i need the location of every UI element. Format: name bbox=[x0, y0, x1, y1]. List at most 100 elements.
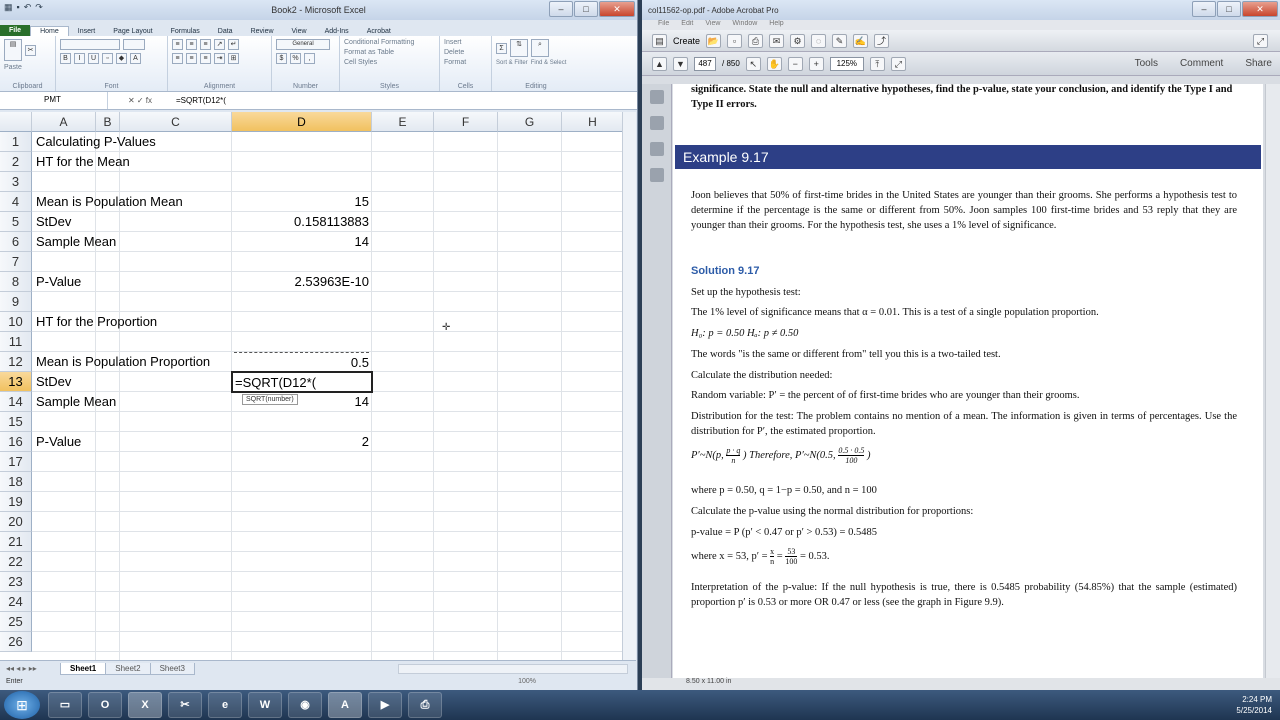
menu-window[interactable]: Window bbox=[732, 20, 757, 30]
cell-d4[interactable]: 15 bbox=[234, 192, 369, 212]
horizontal-scrollbar[interactable] bbox=[398, 663, 628, 674]
ie-taskbar-icon[interactable]: e bbox=[208, 692, 242, 718]
vertical-scrollbar[interactable] bbox=[622, 112, 636, 660]
bookmarks-icon[interactable] bbox=[650, 116, 664, 130]
cell-d5[interactable]: 0.158113883 bbox=[234, 212, 369, 232]
column-header-e[interactable]: E bbox=[372, 112, 434, 132]
explorer-taskbar-icon[interactable]: ▭ bbox=[48, 692, 82, 718]
fx-icon[interactable]: ✕ ✓ fx bbox=[108, 96, 172, 105]
tab-file[interactable]: File bbox=[0, 25, 31, 36]
number-format-dropdown[interactable]: General bbox=[276, 39, 330, 50]
name-box[interactable]: PMT bbox=[0, 92, 108, 109]
prev-page-icon[interactable]: ▲ bbox=[652, 56, 667, 71]
cell-d13-editor[interactable]: =SQRT(D12*( bbox=[235, 373, 316, 393]
printer-taskbar-icon[interactable]: ⎙ bbox=[408, 692, 442, 718]
create-icon[interactable]: ▤ bbox=[652, 33, 667, 48]
bold-icon[interactable]: B bbox=[60, 53, 71, 64]
column-header-h[interactable]: H bbox=[562, 112, 622, 132]
menu-edit[interactable]: Edit bbox=[681, 20, 693, 30]
format-cells-button[interactable]: Format bbox=[444, 59, 487, 66]
merge-icon[interactable]: ⊞ bbox=[228, 53, 239, 64]
clock-date[interactable]: 5/25/2014 bbox=[1236, 705, 1272, 716]
cell-a12[interactable]: Mean is Population Proportion bbox=[36, 352, 210, 372]
row-header-17[interactable]: 17 bbox=[0, 452, 32, 472]
tab-view[interactable]: View bbox=[283, 27, 316, 36]
menu-view[interactable]: View bbox=[705, 20, 720, 30]
column-header-a[interactable]: A bbox=[32, 112, 96, 132]
paste-icon[interactable]: ▤ bbox=[4, 39, 22, 61]
align-left-icon[interactable]: ≡ bbox=[172, 53, 183, 64]
page-thumbnails-icon[interactable] bbox=[650, 90, 664, 104]
cell-a13[interactable]: StDev bbox=[36, 372, 71, 392]
cell-d12[interactable]: 0.5 bbox=[234, 352, 369, 372]
tab-review[interactable]: Review bbox=[242, 27, 283, 36]
border-icon[interactable]: ▫ bbox=[102, 53, 113, 64]
comment-icon[interactable]: ◌ bbox=[811, 33, 827, 48]
row-header-1[interactable]: 1 bbox=[0, 132, 32, 152]
cell-a4[interactable]: Mean is Population Mean bbox=[36, 192, 183, 212]
cell-d6[interactable]: 14 bbox=[234, 232, 369, 252]
row-header-22[interactable]: 22 bbox=[0, 552, 32, 572]
column-header-g[interactable]: G bbox=[498, 112, 562, 132]
cell-a14[interactable]: Sample Mean bbox=[36, 392, 116, 412]
tab-formulas[interactable]: Formulas bbox=[162, 27, 209, 36]
comment-link[interactable]: Comment bbox=[1180, 58, 1223, 69]
row-header-10[interactable]: 10 bbox=[0, 312, 32, 332]
insert-cells-button[interactable]: Insert bbox=[444, 39, 487, 46]
row-header-3[interactable]: 3 bbox=[0, 172, 32, 192]
currency-icon[interactable]: $ bbox=[276, 53, 287, 64]
minimize-button[interactable]: – bbox=[549, 1, 573, 17]
indent-icon[interactable]: ⇥ bbox=[214, 53, 225, 64]
expand-icon[interactable]: ⤢ bbox=[1253, 33, 1268, 48]
highlight-icon[interactable]: ✎ bbox=[832, 33, 848, 48]
maximize-button[interactable]: □ bbox=[574, 1, 598, 17]
sort-filter-icon[interactable]: ⇅ bbox=[510, 39, 528, 57]
zoom-in-icon[interactable]: + bbox=[808, 56, 824, 71]
tab-acrobat[interactable]: Acrobat bbox=[358, 27, 400, 36]
column-header-b[interactable]: B bbox=[96, 112, 120, 132]
fill-color-icon[interactable]: ◆ bbox=[116, 53, 127, 64]
conditional-formatting-button[interactable]: Conditional Formatting bbox=[344, 39, 435, 46]
column-header-f[interactable]: F bbox=[434, 112, 498, 132]
format-as-table-button[interactable]: Format as Table bbox=[344, 49, 435, 56]
cut-icon[interactable]: ✂ bbox=[25, 44, 36, 56]
align-right-icon[interactable]: ≡ bbox=[200, 53, 211, 64]
sign-icon[interactable]: ✍ bbox=[853, 33, 869, 48]
acrobat-maximize-button[interactable]: □ bbox=[1217, 1, 1241, 17]
row-header-25[interactable]: 25 bbox=[0, 612, 32, 632]
zoom-out-icon[interactable]: − bbox=[787, 56, 803, 71]
tab-insert[interactable]: Insert bbox=[69, 27, 105, 36]
row-header-18[interactable]: 18 bbox=[0, 472, 32, 492]
cell-a5[interactable]: StDev bbox=[36, 212, 71, 232]
cell-a16[interactable]: P-Value bbox=[36, 432, 81, 452]
row-header-26[interactable]: 26 bbox=[0, 632, 32, 652]
row-header-21[interactable]: 21 bbox=[0, 532, 32, 552]
row-header-24[interactable]: 24 bbox=[0, 592, 32, 612]
fit-width-icon[interactable]: ⤢ bbox=[890, 56, 906, 71]
align-center-icon[interactable]: ≡ bbox=[186, 53, 197, 64]
row-header-19[interactable]: 19 bbox=[0, 492, 32, 512]
close-button[interactable]: ✕ bbox=[599, 1, 635, 17]
menu-help[interactable]: Help bbox=[769, 20, 783, 30]
share-link[interactable]: Share bbox=[1245, 58, 1272, 69]
create-button[interactable]: Create bbox=[673, 36, 700, 46]
settings-icon[interactable]: ⚙ bbox=[790, 33, 806, 48]
row-header-13[interactable]: 13 bbox=[0, 372, 32, 392]
cell-d16[interactable]: 2 bbox=[234, 432, 369, 452]
fit-page-icon[interactable]: ⤒ bbox=[869, 56, 885, 71]
align-middle-icon[interactable]: ≡ bbox=[186, 39, 197, 50]
next-page-icon[interactable]: ▼ bbox=[673, 56, 688, 71]
select-tool-icon[interactable]: ↖ bbox=[745, 56, 761, 71]
row-header-16[interactable]: 16 bbox=[0, 432, 32, 452]
font-size-dropdown[interactable] bbox=[123, 39, 145, 50]
menu-file[interactable]: File bbox=[658, 20, 669, 30]
cell-styles-button[interactable]: Cell Styles bbox=[344, 59, 435, 66]
clock-time[interactable]: 2:24 PM bbox=[1236, 694, 1272, 705]
start-button[interactable]: ⊞ bbox=[4, 691, 40, 719]
cell-d8[interactable]: 2.53963E-10 bbox=[234, 272, 369, 292]
print-icon[interactable]: ⎙ bbox=[748, 33, 764, 48]
active-cell-d13[interactable]: =SQRT(D12*( bbox=[231, 371, 373, 393]
row-header-6[interactable]: 6 bbox=[0, 232, 32, 252]
comma-icon[interactable]: , bbox=[304, 53, 315, 64]
row-header-14[interactable]: 14 bbox=[0, 392, 32, 412]
